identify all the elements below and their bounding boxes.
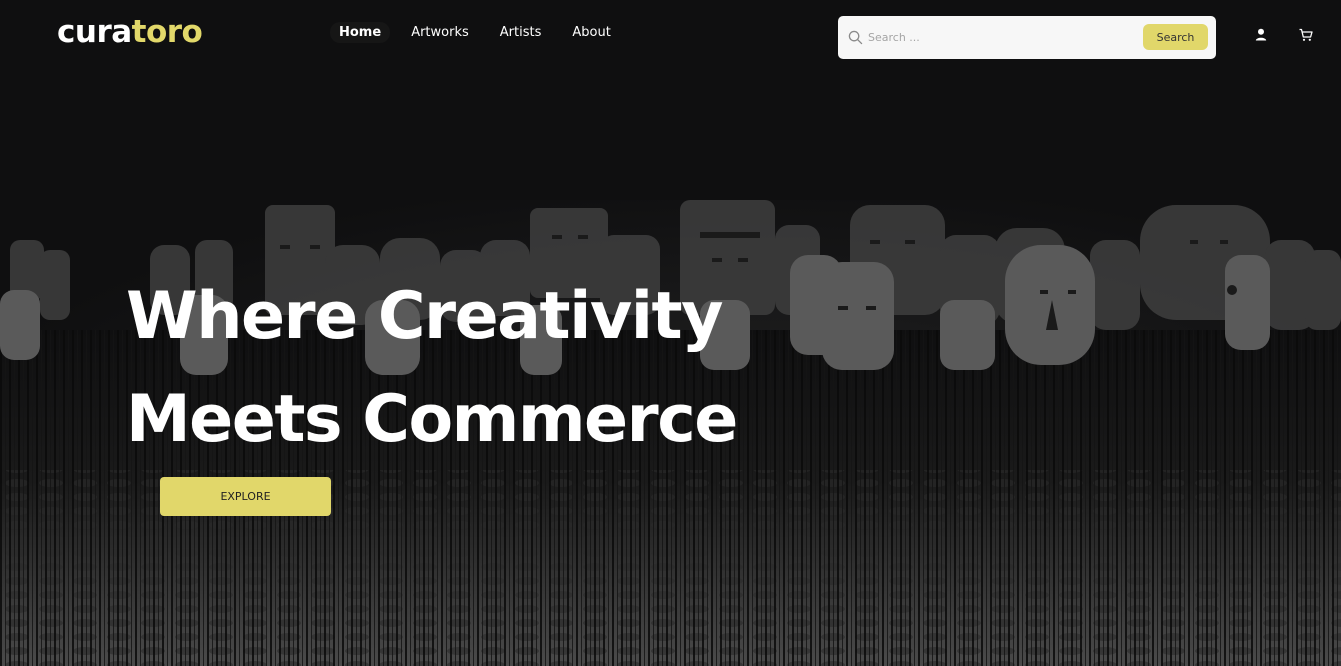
nav-link-artists[interactable]: Artists (491, 22, 551, 43)
cart-icon (1299, 28, 1313, 41)
hero-headline-line-2: Meets Commerce (126, 382, 738, 457)
hero-headline: Where Creativity Meets Commerce (126, 265, 846, 471)
logo-text-toro: toro (131, 14, 203, 50)
site-header: curatoro Home Artworks Artists About Sea… (0, 0, 1341, 72)
hero-headline-line-1: Where Creativity (126, 279, 723, 354)
account-button[interactable] (1253, 27, 1269, 43)
search-input[interactable] (868, 26, 1128, 49)
page: curatoro Home Artworks Artists About Sea… (0, 0, 1341, 666)
search-icon (848, 30, 863, 45)
search-bar: Search (838, 16, 1216, 59)
user-icon (1255, 28, 1267, 41)
main-nav: Home Artworks Artists About (330, 22, 620, 43)
logo-text-cura: cura (57, 14, 132, 50)
nav-link-artworks[interactable]: Artworks (402, 22, 478, 43)
nav-link-about[interactable]: About (563, 22, 619, 43)
nav-link-home[interactable]: Home (330, 22, 391, 43)
cart-button[interactable] (1298, 27, 1314, 43)
search-button[interactable]: Search (1143, 24, 1208, 50)
explore-button[interactable]: EXPLORE (160, 477, 331, 516)
curatoro-logo[interactable]: curatoro (57, 14, 203, 50)
